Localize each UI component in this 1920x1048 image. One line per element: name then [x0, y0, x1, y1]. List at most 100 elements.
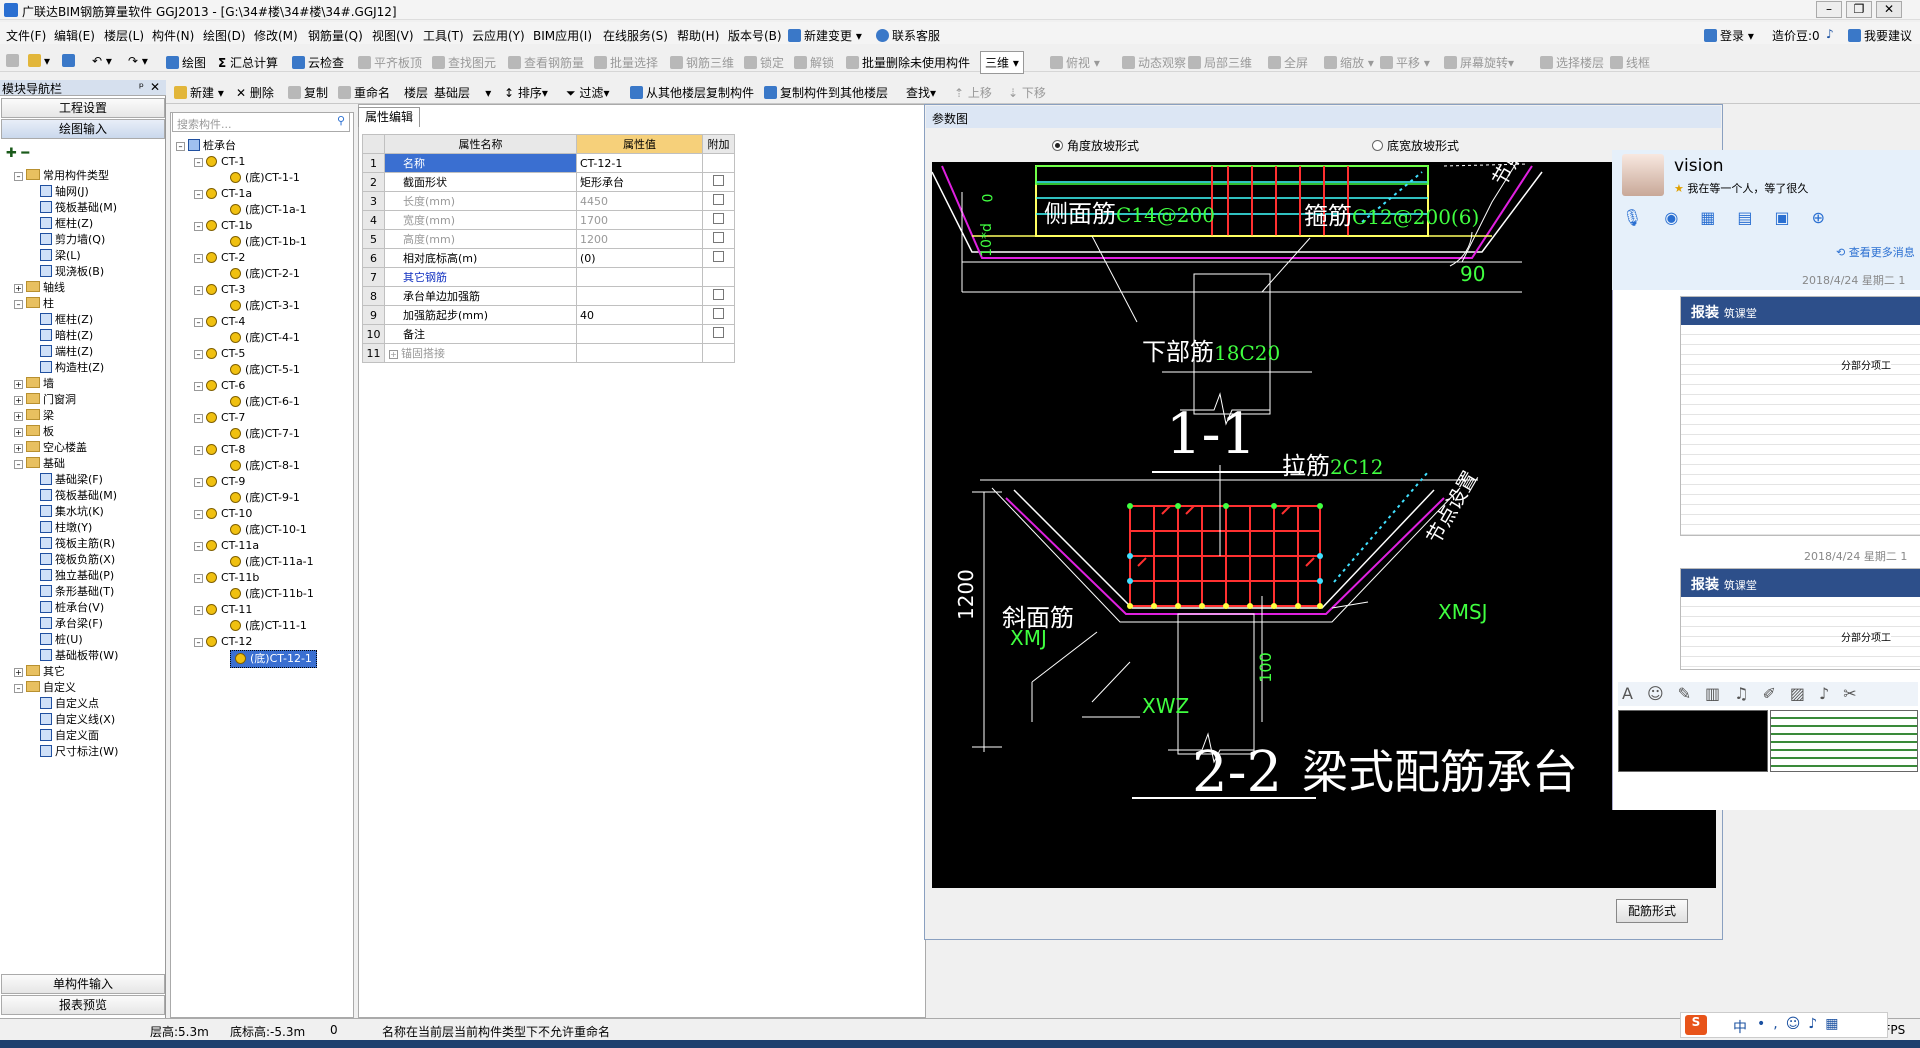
- restore-button[interactable]: ❐: [1846, 1, 1872, 18]
- component-subitem-selected[interactable]: (底)CT-12-1: [230, 650, 317, 668]
- nav-tree-item[interactable]: – 常用构件类型: [14, 168, 109, 184]
- copy-button[interactable]: 复制: [288, 84, 328, 101]
- ime-toolbar[interactable]: S 中 •,☺♪▦: [1680, 1012, 1888, 1038]
- chat-image-thumb-2[interactable]: 报装 筑课堂 分部分项工: [1680, 568, 1920, 670]
- component-subitem[interactable]: (底)CT-1a-1: [230, 202, 307, 218]
- sogou-icon[interactable]: S: [1685, 1015, 1707, 1035]
- nav-tree-item[interactable]: 暗柱(Z): [40, 328, 93, 344]
- extra-checkbox[interactable]: [713, 251, 724, 262]
- undo-icon[interactable]: ↶ ▾: [92, 54, 112, 68]
- chat-attachment-1[interactable]: [1618, 710, 1768, 772]
- nav-tree-item[interactable]: + 轴线: [14, 280, 65, 296]
- menu-online[interactable]: 在线服务(S): [603, 27, 668, 44]
- extra-checkbox[interactable]: [713, 327, 724, 338]
- component-item[interactable]: – CT-11: [194, 602, 252, 618]
- expander-icon[interactable]: +: [14, 284, 23, 293]
- nav-tree-item[interactable]: 剪力墙(Q): [40, 232, 105, 248]
- nav-tree-item[interactable]: + 其它: [14, 664, 65, 680]
- open-file-icon[interactable]: ▾: [28, 54, 50, 68]
- component-subitem[interactable]: (底)CT-1b-1: [230, 234, 307, 250]
- menu-contact[interactable]: 联系客服: [876, 27, 940, 44]
- property-extra[interactable]: [702, 191, 735, 211]
- delete-button[interactable]: ✕ 删除: [236, 84, 274, 101]
- expander-icon[interactable]: +: [14, 668, 23, 677]
- search-icon[interactable]: ⚲: [337, 114, 345, 127]
- save-icon[interactable]: [62, 54, 78, 68]
- component-subitem[interactable]: (底)CT-4-1: [230, 330, 300, 346]
- chat-input-toolbar[interactable]: A☺✎▥♫✐▨♪✂: [1618, 682, 1918, 706]
- bell-icon[interactable]: ♪: [1826, 27, 1834, 41]
- nav-tree-item[interactable]: 自定义面: [40, 728, 99, 744]
- component-item[interactable]: – CT-2: [194, 250, 245, 266]
- property-value[interactable]: 4450: [576, 191, 703, 211]
- property-row[interactable]: 5 高度(mm) 1200: [362, 229, 735, 249]
- orbit-button[interactable]: 动态观察: [1122, 54, 1186, 71]
- component-item[interactable]: – CT-5: [194, 346, 245, 362]
- menu-file[interactable]: 文件(F): [6, 27, 46, 44]
- property-row[interactable]: 6 相对底标高(m) (0): [362, 248, 735, 268]
- nav-tree-item[interactable]: 筏板基础(M): [40, 200, 117, 216]
- extra-checkbox[interactable]: [713, 289, 724, 300]
- view-more-link[interactable]: ⟲ 查看更多消息: [1836, 244, 1915, 260]
- align-slab-top-button[interactable]: 平齐板顶: [358, 54, 422, 71]
- new-file-icon[interactable]: [6, 54, 22, 68]
- component-subitem[interactable]: (底)CT-3-1: [230, 298, 300, 314]
- nav-tree-item[interactable]: 桩(U): [40, 632, 83, 648]
- property-row[interactable]: 4 宽度(mm) 1700: [362, 210, 735, 230]
- lock-button[interactable]: 锁定: [744, 54, 784, 71]
- floor-select[interactable]: 基础层 ▾: [434, 84, 491, 101]
- filter-button[interactable]: ⏷ 过滤▾: [566, 84, 609, 101]
- menu-floor[interactable]: 楼层(L): [104, 27, 144, 44]
- expander-icon[interactable]: –: [14, 460, 23, 469]
- nav-tree-item[interactable]: – 自定义: [14, 680, 76, 696]
- view-rebar-button[interactable]: 查看钢筋量: [508, 54, 584, 71]
- component-item[interactable]: – CT-7: [194, 410, 245, 426]
- property-row[interactable]: 10 备注: [362, 324, 735, 344]
- property-row[interactable]: 11 + 锚固搭接: [362, 343, 735, 363]
- close-icon[interactable]: ✕: [150, 80, 160, 94]
- nav-tree-item[interactable]: 现浇板(B): [40, 264, 104, 280]
- nav-tree-item[interactable]: + 板: [14, 424, 54, 440]
- sort-button[interactable]: ↕ 排序▾: [504, 84, 548, 101]
- nav-tree-item[interactable]: – 柱: [14, 296, 54, 312]
- property-extra[interactable]: [702, 172, 735, 192]
- login-link[interactable]: 登录 ▾: [1704, 27, 1754, 44]
- nav-tree-item[interactable]: 承台梁(F): [40, 616, 103, 632]
- pin-icon[interactable]: ᵖ: [139, 80, 144, 94]
- property-row[interactable]: 9 加强筋起步(mm) 40: [362, 305, 735, 325]
- expander-icon[interactable]: +: [14, 396, 23, 405]
- nav-tree-item[interactable]: + 空心楼盖: [14, 440, 87, 456]
- expander-icon[interactable]: –: [14, 172, 23, 181]
- ime-tool-icons[interactable]: •,☺♪▦: [1757, 1016, 1846, 1032]
- property-value[interactable]: 40: [576, 305, 703, 325]
- property-value[interactable]: (0): [576, 248, 703, 268]
- property-extra[interactable]: [702, 210, 735, 230]
- zoom-button[interactable]: 缩放 ▾: [1324, 54, 1374, 71]
- rotate-screen-button[interactable]: 屏幕旋转▾: [1444, 54, 1514, 71]
- extra-checkbox[interactable]: [713, 232, 724, 243]
- component-item[interactable]: – CT-11a: [194, 538, 259, 554]
- property-row[interactable]: 1 名称 CT-12-1: [362, 153, 735, 173]
- nav-tree-item[interactable]: 条形基础(T): [40, 584, 114, 600]
- property-row[interactable]: 3 长度(mm) 4450: [362, 191, 735, 211]
- nav-tree-item[interactable]: 筏板基础(M): [40, 488, 117, 504]
- project-settings-button[interactable]: 工程设置: [1, 98, 165, 118]
- nav-tree-item[interactable]: 框柱(Z): [40, 312, 93, 328]
- chat-toolbar-icons[interactable]: 🎙◉▦▤▣⊕: [1622, 208, 1847, 227]
- property-extra[interactable]: [702, 324, 735, 344]
- component-subitem[interactable]: (底)CT-9-1: [230, 490, 300, 506]
- expander-icon[interactable]: +: [14, 444, 23, 453]
- extra-checkbox[interactable]: [713, 194, 724, 205]
- component-item[interactable]: – CT-10: [194, 506, 252, 522]
- menu-version[interactable]: 版本号(B): [728, 27, 782, 44]
- nav-tree-item[interactable]: 筏板负筋(X): [40, 552, 115, 568]
- ime-language[interactable]: 中: [1733, 1017, 1747, 1037]
- extra-checkbox[interactable]: [713, 213, 724, 224]
- menu-rebar[interactable]: 钢筋量(Q): [308, 27, 363, 44]
- nav-tree-item[interactable]: 梁(L): [40, 248, 81, 264]
- property-extra[interactable]: [702, 229, 735, 249]
- batch-delete-button[interactable]: 批量删除未使用构件: [846, 54, 970, 71]
- fullscreen-button[interactable]: 全屏: [1268, 54, 1308, 71]
- component-root[interactable]: – 桩承台: [176, 138, 236, 154]
- property-value[interactable]: 矩形承台: [576, 172, 703, 192]
